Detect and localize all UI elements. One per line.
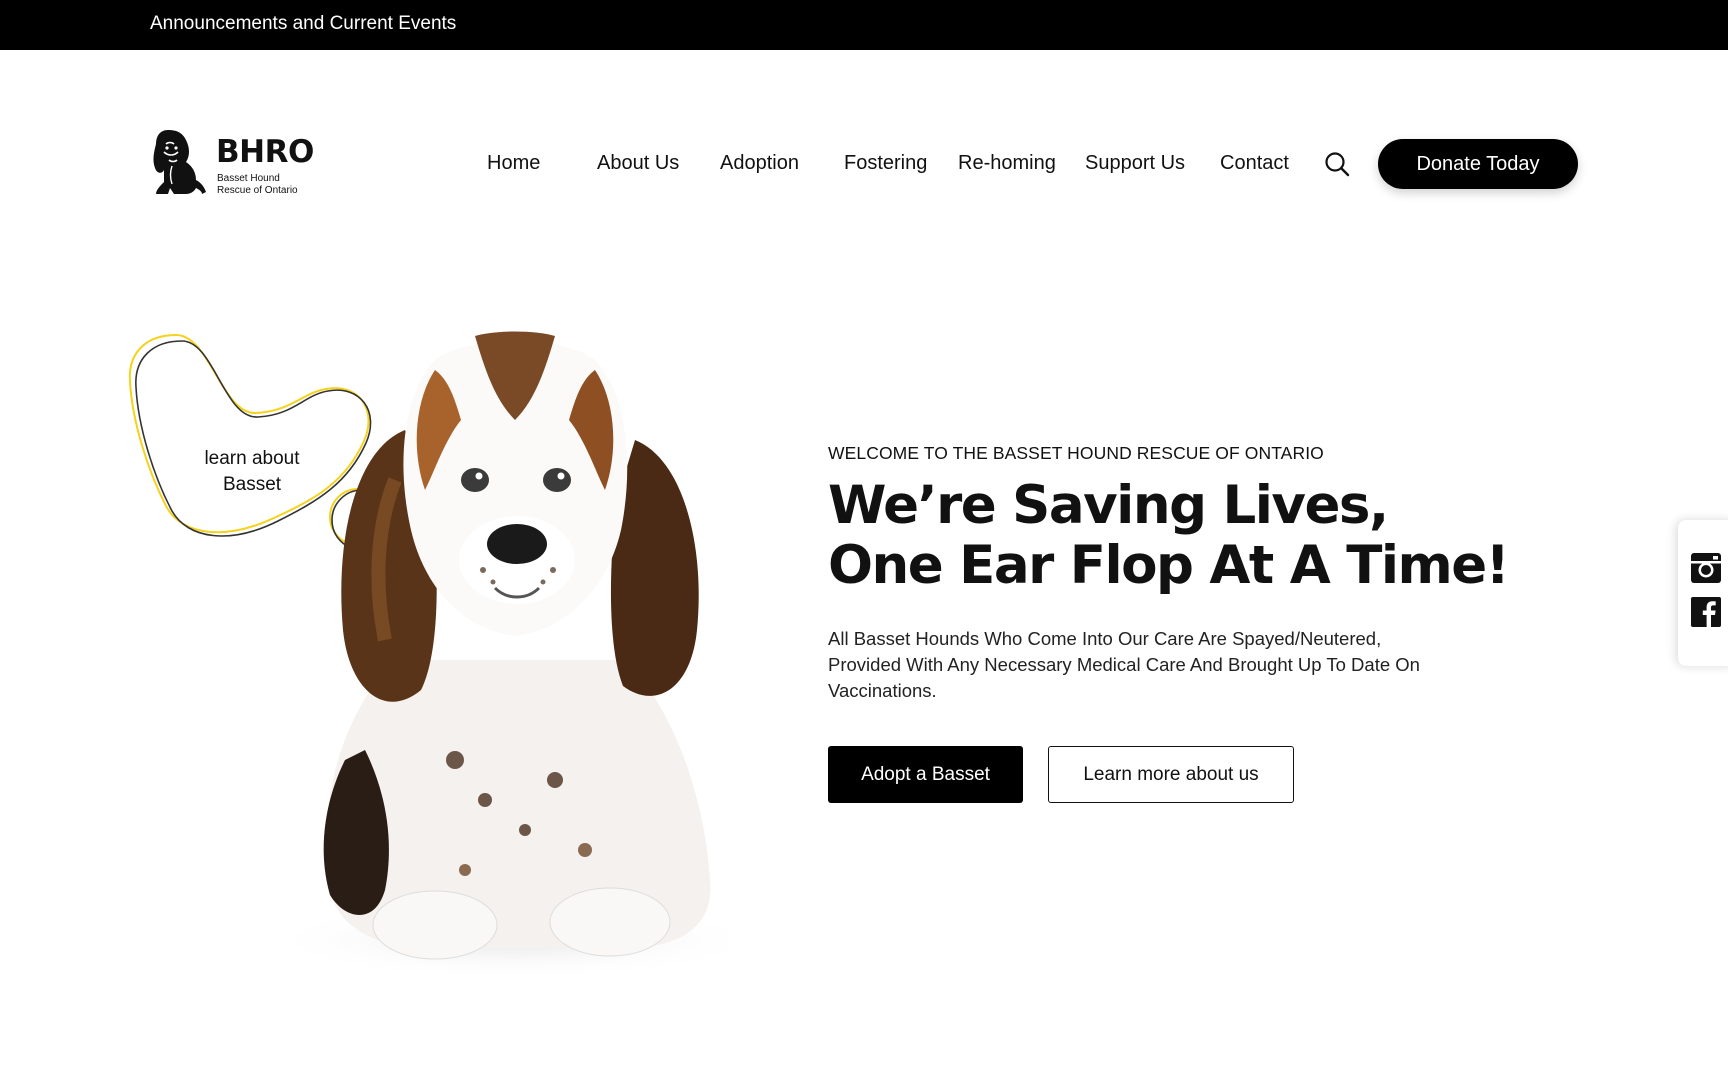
basset-hound-puppy-image <box>265 331 765 980</box>
nav-home[interactable]: Home <box>487 152 540 175</box>
hero-headline-line1: We’re Saving Lives, <box>828 475 1389 536</box>
instagram-icon[interactable] <box>1690 552 1722 584</box>
announcement-bar: Announcements and Current Events <box>0 0 1728 50</box>
nav-support-us[interactable]: Support Us <box>1085 152 1185 175</box>
nav-re-homing[interactable]: Re-homing <box>958 152 1056 175</box>
site-logo[interactable]: BHRO Basset Hound Rescue of Ontario <box>150 126 320 200</box>
nav-contact[interactable]: Contact <box>1220 152 1289 175</box>
hero-headline: We’re Saving Lives, One Ear Flop At A Ti… <box>828 475 1510 596</box>
facebook-icon[interactable] <box>1690 596 1722 628</box>
nav-about-us[interactable]: About Us <box>597 152 679 175</box>
basset-hound-silhouette-icon <box>153 130 206 194</box>
hero-headline-line2: One Ear Flop At A Time! <box>828 535 1510 596</box>
hero-eyebrow: WELCOME TO THE BASSET HOUND RESCUE OF ON… <box>828 443 1324 463</box>
logo-subtitle: Basset Hound Rescue of Ontario <box>217 173 327 197</box>
hero-description: All Basset Hounds Who Come Into Our Care… <box>828 628 1420 701</box>
nav-adoption[interactable]: Adoption <box>720 152 799 175</box>
logo-title: BHRO <box>216 134 314 170</box>
adopt-basset-button[interactable]: Adopt a Basset <box>828 746 1023 803</box>
learn-more-button[interactable]: Learn more about us <box>1048 746 1294 803</box>
logo-subtitle-line1: Basset Hound <box>217 173 280 184</box>
social-panel <box>1678 520 1728 666</box>
logo-subtitle-line2: Rescue of Ontario <box>217 185 298 196</box>
announcement-link[interactable]: Announcements and Current Events <box>150 13 456 35</box>
donate-button[interactable]: Donate Today <box>1378 139 1578 189</box>
nav-fostering[interactable]: Fostering <box>844 152 927 175</box>
search-icon[interactable] <box>1324 151 1350 177</box>
